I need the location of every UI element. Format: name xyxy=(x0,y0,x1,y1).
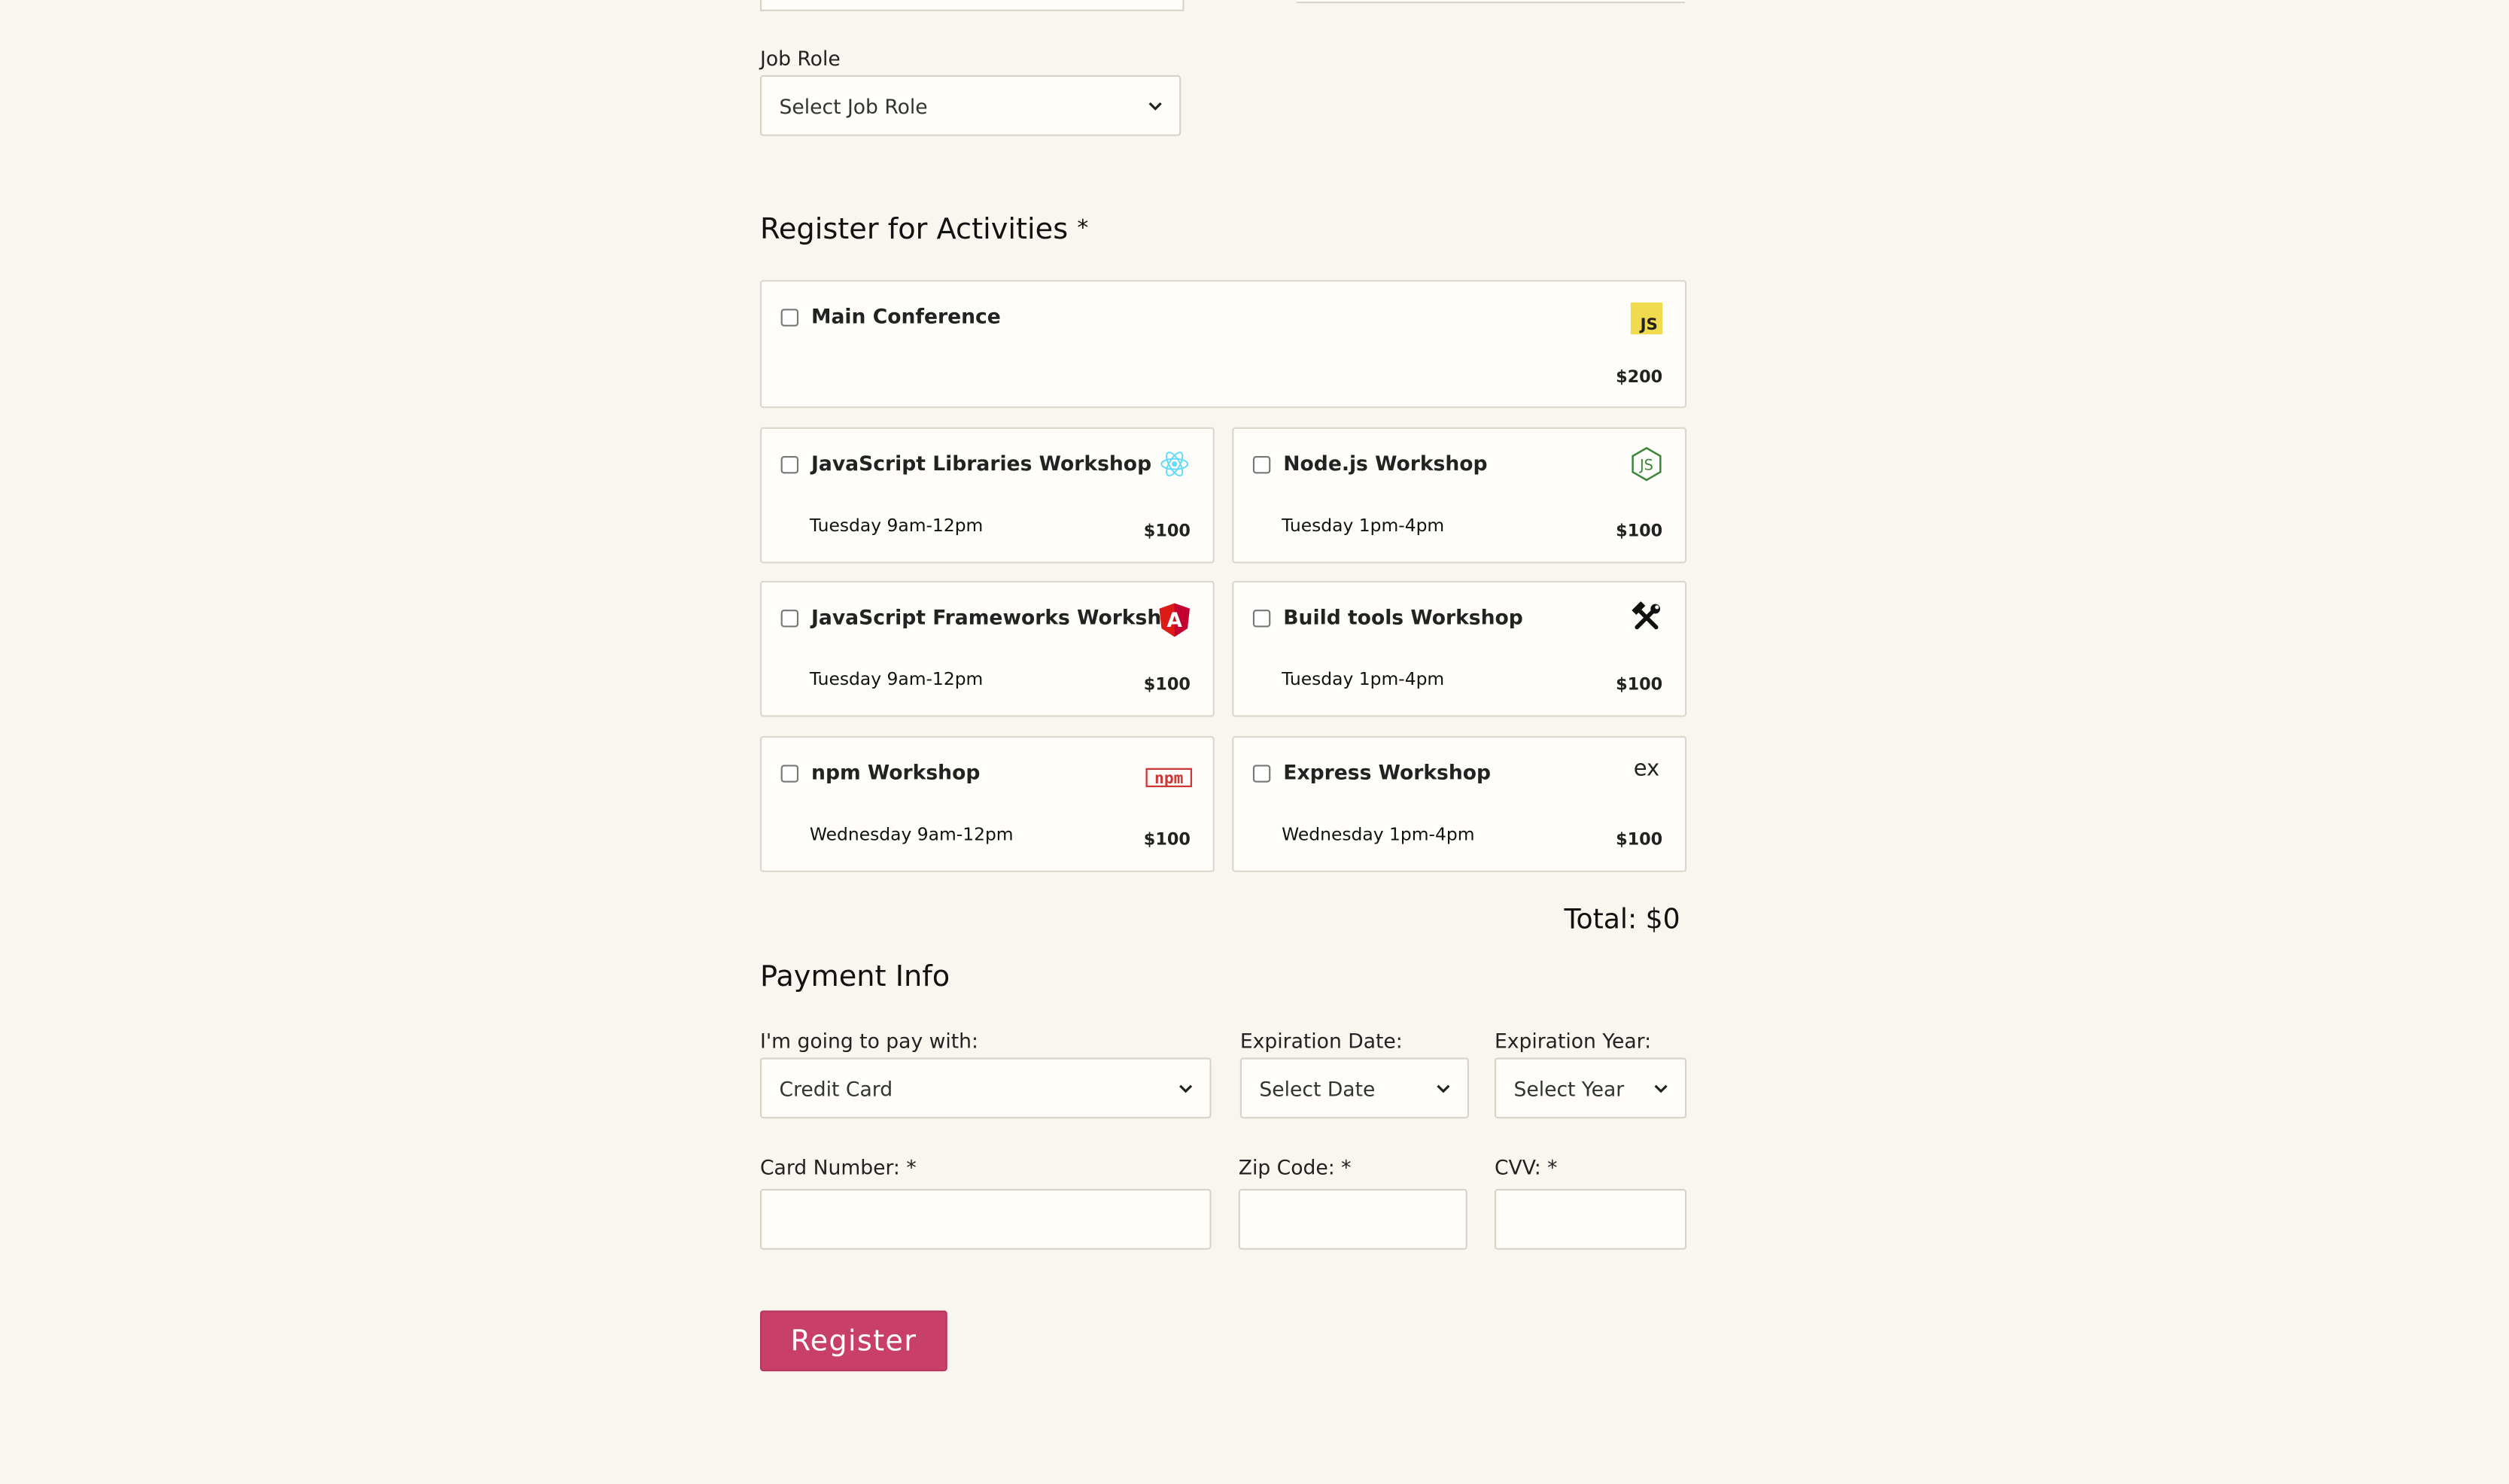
exp-date-label: Expiration Date: xyxy=(1239,1029,1403,1054)
angular-logo-icon: A xyxy=(1158,602,1191,637)
activity-card-js-frameworks[interactable]: JavaScript Frameworks Workshop A Tuesday… xyxy=(759,580,1215,717)
payment-heading: Payment Info xyxy=(759,959,950,994)
payment-method-select[interactable]: Credit Card xyxy=(759,1057,1212,1119)
payment-method-value: Credit Card xyxy=(779,1075,893,1100)
activity-title: JavaScript Frameworks Workshop xyxy=(811,604,1190,629)
activity-checkbox[interactable] xyxy=(1252,765,1271,783)
activity-card-express[interactable]: Express Workshop ex Wednesday 1pm-4pm $1… xyxy=(1232,736,1687,872)
chevron-down-icon xyxy=(1437,1084,1450,1093)
exp-date-value: Select Date xyxy=(1259,1075,1376,1100)
express-logo-icon: ex xyxy=(1631,752,1663,784)
activity-title: npm Workshop xyxy=(811,759,981,784)
job-role-select[interactable]: Select Job Role xyxy=(759,75,1182,136)
activity-time: Tuesday 9am-12pm xyxy=(809,515,984,537)
activity-card-build-tools[interactable]: Build tools Workshop Tuesday 1pm-4pm $10… xyxy=(1232,580,1687,717)
activity-checkbox[interactable] xyxy=(1252,455,1271,474)
zip-code-input[interactable] xyxy=(1238,1188,1467,1250)
activity-checkbox[interactable] xyxy=(780,765,799,783)
required-mark: * xyxy=(1547,1155,1558,1180)
activity-time: Tuesday 1pm-4pm xyxy=(1282,515,1445,537)
activity-title: JavaScript Libraries Workshop xyxy=(811,451,1152,476)
activity-price: $100 xyxy=(1616,830,1663,850)
activity-price: $200 xyxy=(1616,368,1663,388)
activity-card-npm[interactable]: npm Workshop npm Wednesday 9am-12pm $100 xyxy=(759,736,1215,872)
activity-time: Wednesday 1pm-4pm xyxy=(1282,824,1475,845)
cvv-label: CVV: * xyxy=(1495,1155,1557,1179)
exp-year-label: Expiration Year: xyxy=(1494,1029,1652,1054)
job-role-select-value: Select Job Role xyxy=(779,93,928,118)
exp-date-select[interactable]: Select Date xyxy=(1239,1057,1469,1119)
required-mark: * xyxy=(1341,1155,1352,1180)
previous-field-bottom-right xyxy=(1296,0,1685,4)
npm-logo-text: npm xyxy=(1154,769,1182,787)
activities-heading-text: Register for Activities xyxy=(759,212,1069,247)
express-logo-text: ex xyxy=(1634,755,1659,780)
card-number-label-text: Card Number: xyxy=(759,1155,900,1180)
react-logo-icon xyxy=(1158,448,1191,480)
activity-checkbox[interactable] xyxy=(780,610,799,628)
chevron-down-icon xyxy=(1179,1084,1193,1093)
activity-price: $100 xyxy=(1616,675,1663,695)
activity-title: Main Conference xyxy=(811,303,1001,328)
activity-title: Node.js Workshop xyxy=(1283,451,1488,476)
chevron-down-icon xyxy=(1654,1084,1668,1093)
payment-method-label: I'm going to pay with: xyxy=(759,1029,978,1054)
exp-year-value: Select Year xyxy=(1513,1075,1625,1100)
activities-heading: Register for Activities * xyxy=(760,213,1088,247)
nodejs-logo-text: JS xyxy=(1639,456,1653,473)
activity-checkbox[interactable] xyxy=(1252,610,1271,628)
activity-time: Wednesday 9am-12pm xyxy=(809,824,1014,845)
activities-total: Total: $0 xyxy=(1564,904,1680,936)
activity-price: $100 xyxy=(1143,675,1191,695)
activity-card-js-libraries[interactable]: JavaScript Libraries Workshop Tuesday 9a… xyxy=(759,427,1215,564)
zip-code-label: Zip Code: * xyxy=(1239,1155,1352,1179)
activity-time: Tuesday 9am-12pm xyxy=(809,668,984,690)
zip-code-label-text: Zip Code: xyxy=(1238,1155,1335,1180)
register-button[interactable]: Register xyxy=(759,1310,947,1372)
js-logo-text: JS xyxy=(1639,315,1658,334)
activity-price: $100 xyxy=(1143,522,1191,541)
chevron-down-icon xyxy=(1148,102,1162,111)
cvv-input[interactable] xyxy=(1494,1188,1687,1250)
activity-time: Tuesday 1pm-4pm xyxy=(1282,668,1445,690)
required-mark: * xyxy=(1077,216,1089,242)
previous-field-bottom[interactable] xyxy=(759,0,1185,11)
javascript-logo-icon: JS xyxy=(1630,302,1663,335)
activity-title: Express Workshop xyxy=(1283,759,1492,784)
activity-price: $100 xyxy=(1616,522,1663,541)
card-number-input[interactable] xyxy=(759,1188,1212,1250)
nodejs-logo-icon: JS xyxy=(1631,446,1663,482)
cvv-label-text: CVV: xyxy=(1494,1155,1541,1180)
angular-logo-text: A xyxy=(1167,609,1183,631)
activity-title: Build tools Workshop xyxy=(1283,604,1523,629)
npm-logo-icon: npm xyxy=(1144,762,1192,794)
activity-checkbox[interactable] xyxy=(780,455,799,474)
hammer-wrench-icon xyxy=(1631,601,1663,634)
activity-price: $100 xyxy=(1143,830,1191,850)
card-number-label: Card Number: * xyxy=(760,1155,917,1179)
activity-card-main-conference[interactable]: Main Conference JS $200 xyxy=(759,280,1687,409)
job-role-label: Job Role xyxy=(759,46,841,71)
activity-checkbox[interactable] xyxy=(780,309,799,327)
required-mark: * xyxy=(906,1155,917,1180)
exp-year-select[interactable]: Select Year xyxy=(1494,1057,1687,1119)
activity-card-nodejs[interactable]: Node.js Workshop JS Tuesday 1pm-4pm $100 xyxy=(1232,427,1687,564)
